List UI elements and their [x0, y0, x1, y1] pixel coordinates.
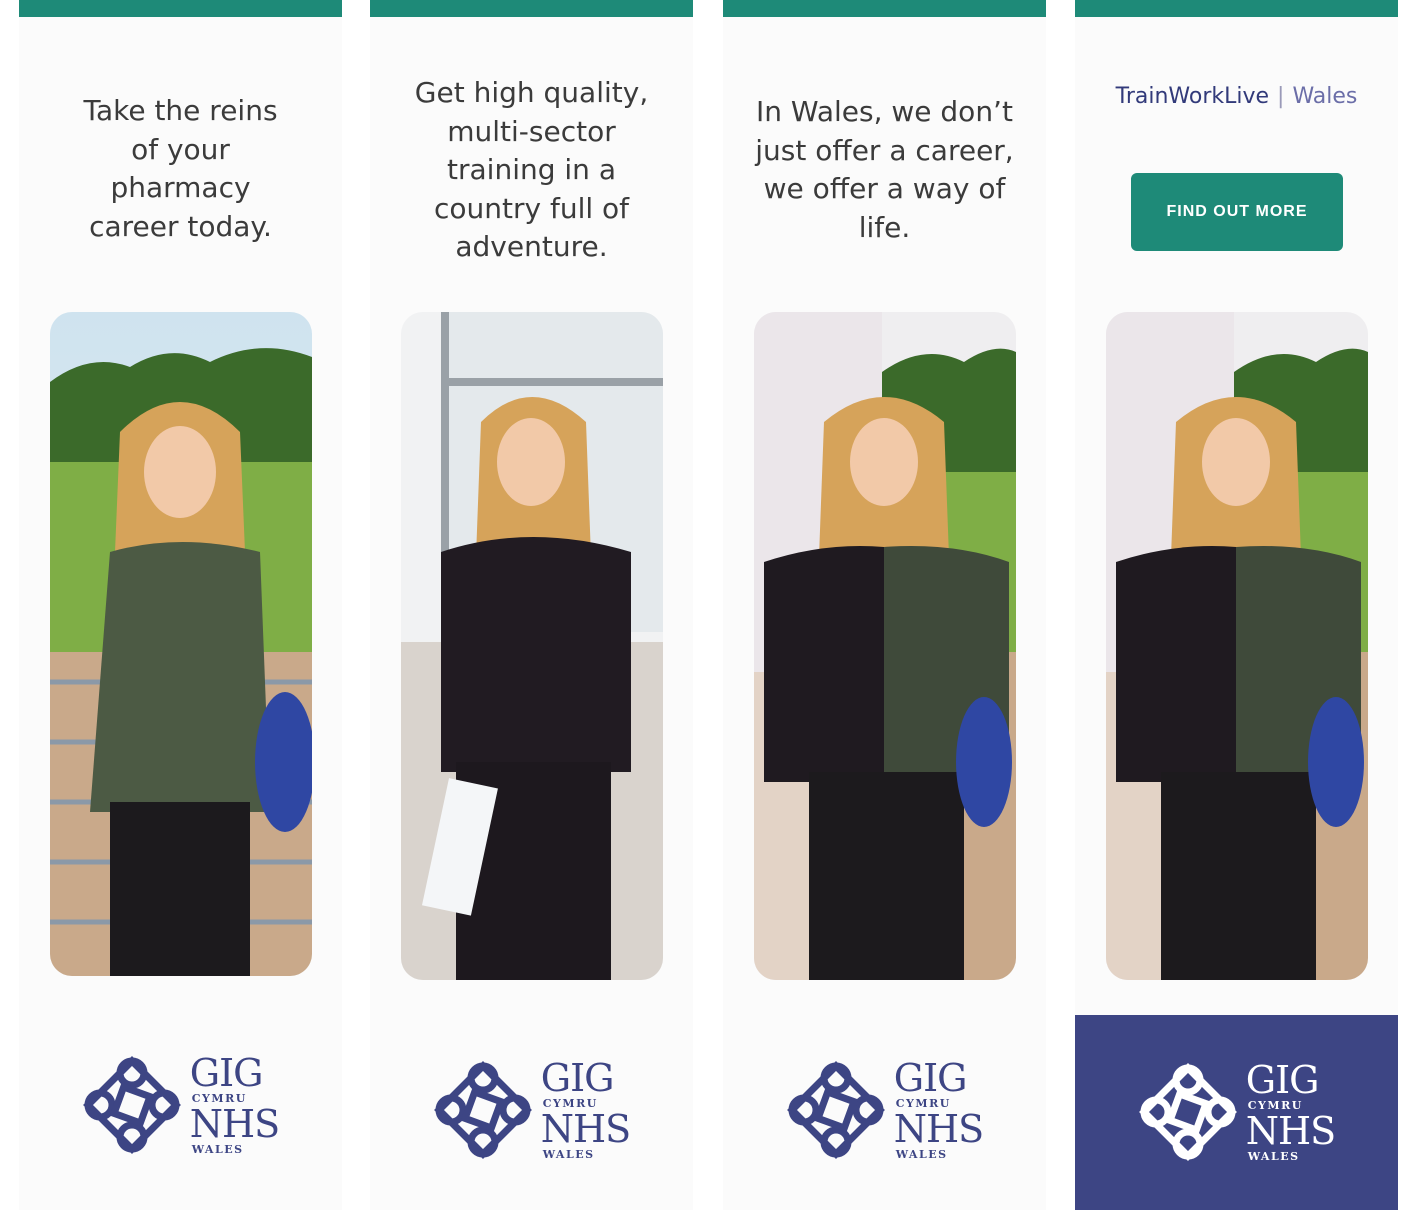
pharmacist-photo: [754, 312, 1016, 980]
banner-panel-3: In Wales, we don’t just offer a career, …: [723, 0, 1046, 1210]
logo-footer: GIG CYMRU NHS WALES: [1075, 1015, 1398, 1210]
logo-wales: WALES: [1247, 1150, 1300, 1163]
celtic-knot-icon: [1138, 1063, 1237, 1161]
pharmacist-photo: [1106, 312, 1368, 980]
nhs-wales-logo: GIG CYMRU NHS WALES: [19, 1040, 342, 1170]
panel-top-bar: [370, 0, 693, 17]
logo-gig: GIG: [1245, 1058, 1320, 1102]
logo-nhs: NHS: [893, 1107, 984, 1151]
panel-headline: Get high quality, multi-sector training …: [414, 76, 649, 263]
banner-panel-2: Get high quality, multi-sector training …: [370, 0, 693, 1210]
banner-panel-1: Take the reins of your pharmacy career t…: [19, 0, 342, 1210]
celtic-knot-icon: [433, 1061, 532, 1159]
logo-wales: WALES: [895, 1148, 948, 1161]
celtic-knot-icon: [82, 1056, 181, 1154]
celtic-knot-icon: [786, 1061, 885, 1159]
logo-wales: WALES: [542, 1148, 595, 1161]
panel-headline: In Wales, we don’t just offer a career, …: [755, 95, 1014, 244]
find-out-more-button[interactable]: FIND OUT MORE: [1131, 173, 1343, 251]
panel-top-bar: [1075, 0, 1398, 17]
logo-nhs: NHS: [189, 1102, 280, 1146]
trainworklive-brand: TrainWorkLive | Wales: [1115, 84, 1358, 109]
logo-nhs: NHS: [540, 1107, 631, 1151]
logo-wales: WALES: [191, 1143, 244, 1156]
panel-top-bar: [19, 0, 342, 17]
nhs-wales-logo: GIG CYMRU NHS WALES: [1075, 1047, 1398, 1177]
logo-gig: GIG: [893, 1056, 968, 1100]
pharmacist-photo: [50, 312, 312, 976]
brand-region: Wales: [1292, 84, 1358, 109]
logo-gig: GIG: [540, 1056, 615, 1100]
logo-gig: GIG: [189, 1051, 264, 1095]
nhs-wales-logo: GIG CYMRU NHS WALES: [723, 1045, 1046, 1175]
banner-panel-4: TrainWorkLive | Wales FIND OUT MORE GIG …: [1075, 0, 1398, 1210]
logo-nhs: NHS: [1245, 1109, 1336, 1153]
pharmacist-photo: [401, 312, 663, 980]
nhs-wales-logo: GIG CYMRU NHS WALES: [370, 1045, 693, 1175]
panel-top-bar: [723, 0, 1046, 17]
panel-headline: Take the reins of your pharmacy career t…: [83, 94, 278, 243]
brand-name: TrainWorkLive: [1115, 84, 1270, 109]
